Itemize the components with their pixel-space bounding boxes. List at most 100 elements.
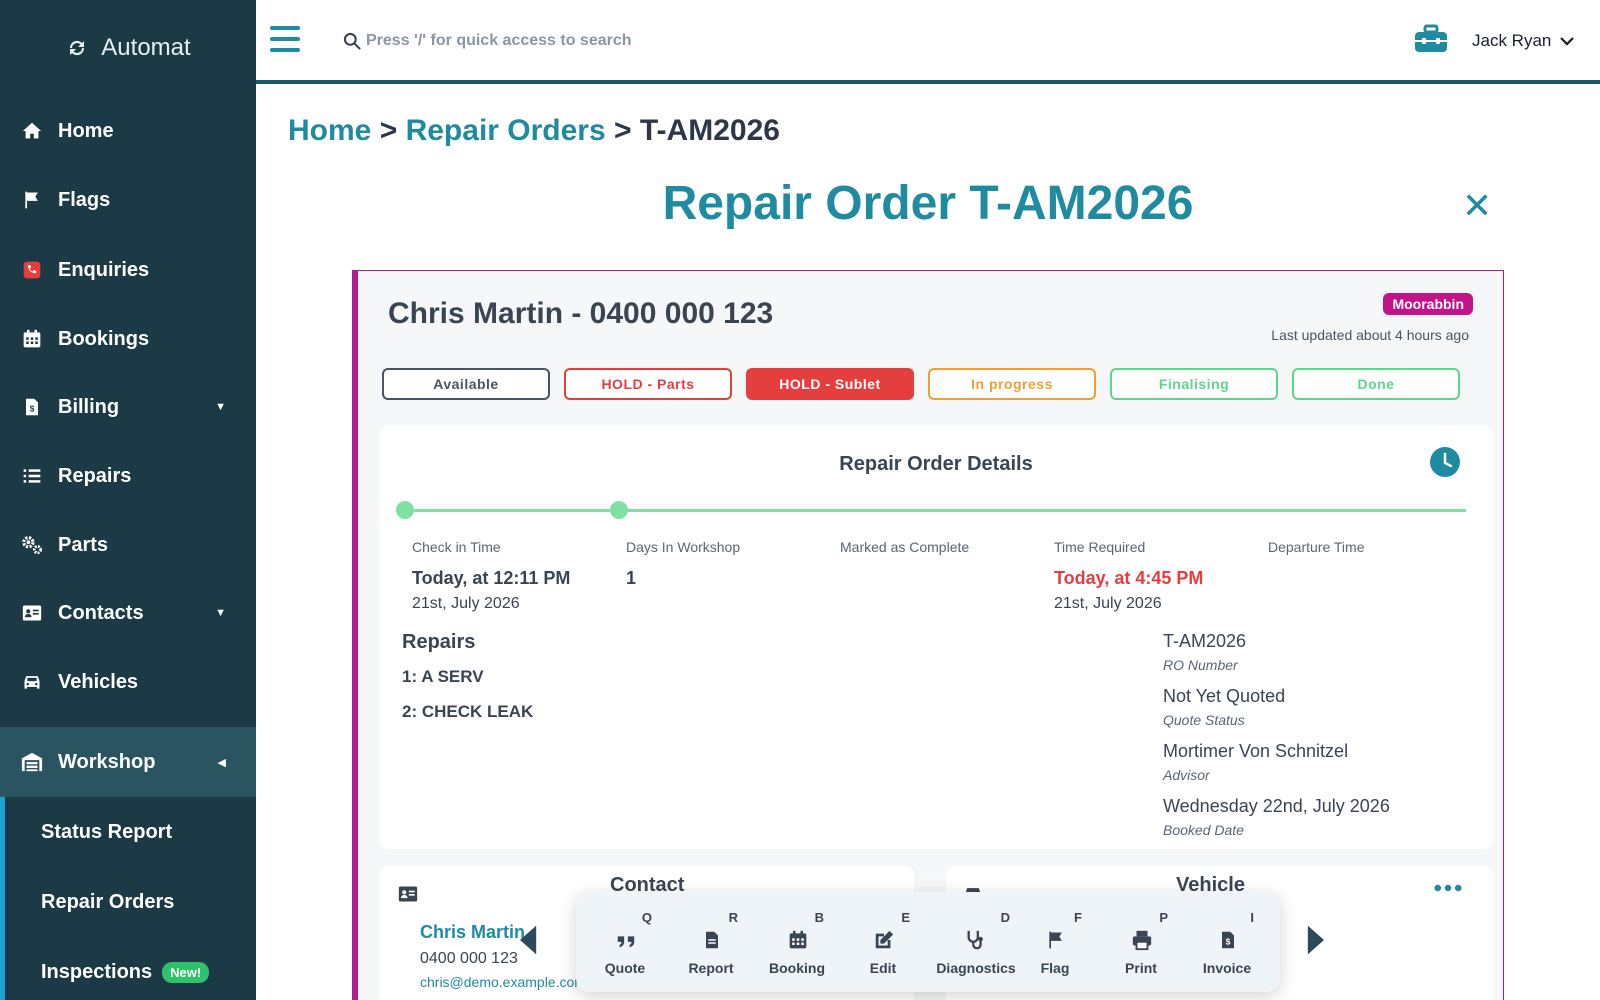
- print-icon: [1130, 928, 1154, 952]
- booked-date-label: Booked Date: [1163, 822, 1244, 838]
- action-label: Booking: [769, 960, 825, 976]
- list-icon: [20, 464, 44, 488]
- shortcut-key: Q: [641, 910, 652, 925]
- action-label: Diagnostics: [936, 960, 1016, 976]
- timeline-dot-days-in-workshop: [610, 501, 628, 519]
- sidebar-item-home[interactable]: Home: [0, 96, 256, 166]
- sidebar-item-label: Vehicles: [58, 670, 139, 693]
- stethoscope-icon: [964, 928, 988, 952]
- diagnostics-action-button[interactable]: D Diagnostics: [926, 892, 1026, 992]
- advisor-label: Advisor: [1163, 767, 1210, 783]
- page-title-text: Repair Order T-AM2026: [662, 177, 1194, 230]
- booked-date-value: Wednesday 22nd, July 2026: [1163, 796, 1390, 816]
- print-action-button[interactable]: P Print: [1098, 892, 1184, 992]
- sidebar-subitem-label: Status Report: [41, 820, 173, 843]
- repair-order-details-panel: Repair Order Details Check in Time Days …: [380, 425, 1492, 849]
- status-button-in-progress[interactable]: In progress: [928, 368, 1096, 400]
- location-badge: Moorabbin: [1383, 293, 1473, 315]
- status-button-finalising[interactable]: Finalising: [1110, 368, 1278, 400]
- breadcrumb-separator: >: [379, 114, 398, 147]
- action-label: Flag: [1040, 960, 1070, 976]
- sidebar-subitem-inspections[interactable]: Inspections New!: [0, 937, 256, 1000]
- customer-title: Chris Martin - 0400 000 123: [388, 297, 774, 330]
- quote-status-value: Not Yet Quoted: [1163, 686, 1286, 706]
- car-icon: [20, 670, 44, 694]
- timeline-label: Days In Workshop: [626, 539, 741, 555]
- time-required-date: 21st, July 2026: [1054, 595, 1162, 612]
- scroll-left-arrow-icon[interactable]: [520, 924, 538, 956]
- quote-action-button[interactable]: Q Quote: [582, 892, 668, 992]
- home-icon: [20, 119, 44, 143]
- sidebar-item-vehicles[interactable]: Vehicles: [0, 647, 256, 717]
- status-button-hold-parts[interactable]: HOLD - Parts: [564, 368, 732, 400]
- chevron-down-icon[interactable]: [1558, 32, 1576, 50]
- last-updated-text: Last updated about 4 hours ago: [1271, 327, 1469, 343]
- repair-item[interactable]: 2: CHECK LEAK: [402, 702, 533, 722]
- sidebar-item-parts[interactable]: Parts: [0, 510, 256, 580]
- invoice-action-button[interactable]: I $ Invoice: [1184, 892, 1270, 992]
- contact-email-link[interactable]: chris@demo.example.com: [420, 974, 586, 990]
- breadcrumb-separator: >: [614, 114, 632, 147]
- toolbox-icon[interactable]: [1414, 24, 1448, 54]
- hamburger-menu-icon[interactable]: [270, 26, 300, 52]
- days-in-workshop-value: 1: [626, 568, 637, 588]
- timeline-track: [406, 509, 1466, 512]
- shortcut-key: I: [1250, 910, 1254, 925]
- report-action-button[interactable]: R Report: [668, 892, 754, 992]
- phone-icon: [20, 258, 44, 282]
- booking-action-button[interactable]: B Booking: [754, 892, 840, 992]
- sidebar-item-label: Repairs: [58, 464, 132, 487]
- report-icon: [700, 928, 724, 952]
- sidebar-subitem-status-report[interactable]: Status Report: [0, 797, 256, 867]
- ro-number-label: RO Number: [1163, 657, 1238, 673]
- sidebar-item-label: Contacts: [58, 601, 144, 624]
- time-required-value: Today, at 4:45 PM: [1054, 568, 1204, 588]
- sidebar-item-repairs[interactable]: Repairs: [0, 441, 256, 511]
- sidebar-item-bookings[interactable]: Bookings: [0, 304, 256, 374]
- invoice-icon: $: [1216, 928, 1240, 952]
- user-name[interactable]: Jack Ryan: [1472, 31, 1551, 51]
- more-options-icon[interactable]: [1434, 884, 1462, 892]
- timeline-dot-check-in: [396, 501, 414, 519]
- warehouse-icon: [20, 750, 44, 774]
- sidebar-subitem-repair-orders[interactable]: Repair Orders: [0, 867, 256, 937]
- sidebar-item-label: Parts: [58, 533, 109, 556]
- status-button-done[interactable]: Done: [1292, 368, 1460, 400]
- shortcut-key: B: [814, 910, 824, 925]
- sidebar-item-workshop[interactable]: Workshop ◀: [0, 727, 256, 797]
- breadcrumb-home-link[interactable]: Home: [288, 114, 371, 147]
- svg-text:$: $: [30, 405, 35, 414]
- search-input[interactable]: [366, 26, 866, 56]
- action-label: Quote: [604, 960, 646, 976]
- repairs-heading: Repairs: [402, 631, 476, 653]
- contact-name-link[interactable]: Chris Martin: [420, 922, 525, 943]
- chevron-left-icon: ◀: [217, 756, 226, 769]
- repair-item[interactable]: 1: A SERV: [402, 667, 484, 687]
- sidebar-item-enquiries[interactable]: Enquiries: [0, 235, 256, 305]
- sidebar-subitem-label: Repair Orders: [41, 890, 175, 913]
- sidebar-item-label: Home: [58, 119, 114, 142]
- close-icon[interactable]: ✕: [1462, 188, 1492, 224]
- search-icon: [343, 32, 361, 50]
- brand[interactable]: Automat: [0, 0, 256, 96]
- breadcrumb-repair-orders-link[interactable]: Repair Orders: [406, 114, 606, 147]
- status-button-hold-sublet[interactable]: HOLD - Sublet: [746, 368, 914, 400]
- sidebar: Automat Home Flags Enquiries Bookings $ …: [0, 0, 256, 1000]
- timeline-label: Check in Time: [412, 539, 501, 555]
- edit-action-button[interactable]: E Edit: [840, 892, 926, 992]
- svg-text:$: $: [1226, 938, 1231, 947]
- status-button-available[interactable]: Available: [382, 368, 550, 400]
- sidebar-item-label: Bookings: [58, 327, 150, 350]
- sidebar-item-billing[interactable]: $ Billing ▼: [0, 372, 256, 442]
- flag-action-button[interactable]: F Flag: [1012, 892, 1098, 992]
- ro-number-value: T-AM2026: [1163, 631, 1247, 651]
- gears-icon: [20, 533, 44, 557]
- sidebar-item-contacts[interactable]: Contacts ▼: [0, 578, 256, 648]
- action-label: Print: [1125, 960, 1157, 976]
- scroll-right-arrow-icon[interactable]: [1306, 924, 1324, 956]
- quote-icon: [614, 928, 638, 952]
- clock-icon[interactable]: [1430, 447, 1460, 477]
- contact-card-icon: [398, 886, 418, 902]
- sidebar-item-label: Workshop: [58, 750, 156, 773]
- check-in-time-value: Today, at 12:11 PM: [412, 568, 571, 588]
